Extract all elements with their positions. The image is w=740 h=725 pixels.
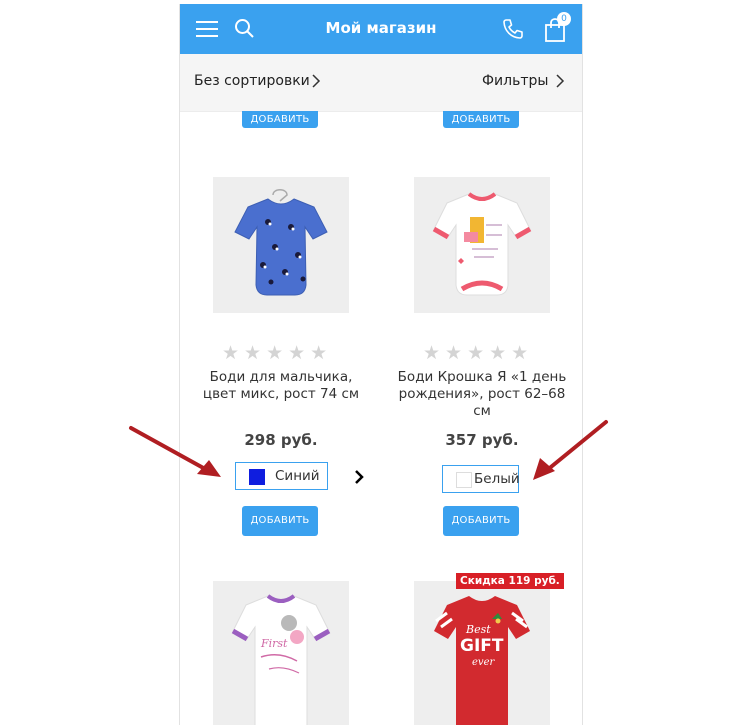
mobile-shop-screen: Мой магазин 0 Без сортировки Фильтры ДОБ… <box>179 4 583 725</box>
product-name[interactable]: Боди для мальчика, цвет микс, рост 74 см <box>196 369 366 403</box>
color-option-label: Синий <box>275 468 320 484</box>
chevron-right-icon <box>312 74 321 88</box>
color-swatch <box>249 469 265 485</box>
chevron-right-icon[interactable] <box>354 469 366 485</box>
chevron-right-icon <box>556 74 565 88</box>
product-name[interactable]: Боди Крошка Я «1 день рождения», рост 62… <box>397 369 567 420</box>
sort-button[interactable]: Без сортировки <box>194 73 310 89</box>
product-image[interactable] <box>414 177 550 313</box>
svg-text:GIFT: GIFT <box>460 636 504 656</box>
sort-filter-bar: Без сортировки Фильтры <box>180 54 582 112</box>
annotation-arrow-right <box>533 420 608 480</box>
discount-badge: Скидка 119 руб. <box>456 573 564 589</box>
cart-count-badge: 0 <box>557 12 571 26</box>
add-to-cart-button[interactable]: ДОБАВИТЬ <box>443 506 519 536</box>
product-image[interactable]: Best GIFT ever <box>414 581 550 725</box>
rating-stars: ★★★★★ <box>222 343 333 364</box>
svg-text:First: First <box>260 637 288 650</box>
color-option-label: Белый <box>474 471 520 487</box>
phone-icon[interactable] <box>501 17 525 41</box>
svg-text:ever: ever <box>472 657 495 668</box>
product-image[interactable]: First <box>213 581 349 725</box>
color-option-selector[interactable]: Синий <box>235 462 328 490</box>
product-image[interactable] <box>213 177 349 313</box>
add-to-cart-button[interactable]: ДОБАВИТЬ <box>242 111 318 128</box>
add-to-cart-button[interactable]: ДОБАВИТЬ <box>242 506 318 536</box>
svg-text:Best: Best <box>465 623 491 636</box>
color-option-selector[interactable]: Белый <box>442 465 520 493</box>
filters-button[interactable]: Фильтры <box>482 73 548 89</box>
annotation-arrow-left <box>129 426 221 477</box>
rating-stars: ★★★★★ <box>423 343 534 364</box>
color-swatch <box>456 472 472 488</box>
add-to-cart-button[interactable]: ДОБАВИТЬ <box>443 111 519 128</box>
top-app-bar: Мой магазин 0 <box>180 4 582 54</box>
